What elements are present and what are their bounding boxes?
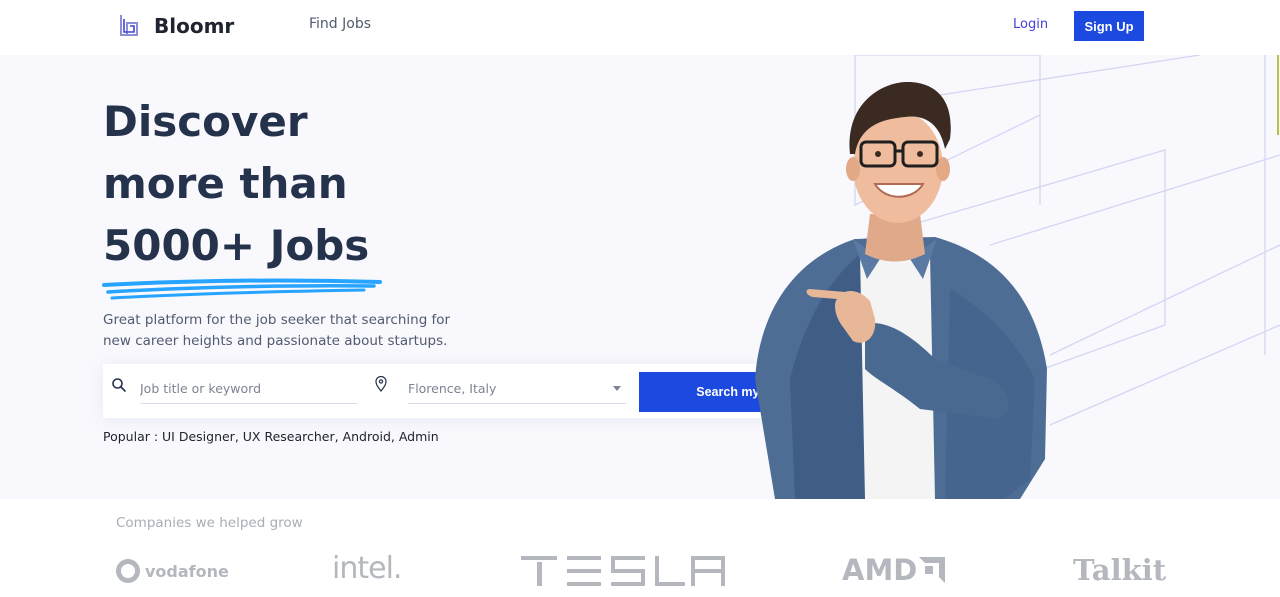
hero-subtitle: Great platform for the job seeker that s…	[103, 312, 451, 349]
location-select[interactable]: Florence, Italy	[408, 374, 626, 404]
hero-person-image	[755, 81, 1047, 499]
hero-title-line-1: Discover	[103, 97, 308, 146]
nav-find-jobs[interactable]: Find Jobs	[309, 16, 371, 32]
search-icon	[112, 378, 126, 392]
login-link[interactable]: Login	[1013, 17, 1048, 32]
vodafone-logo: vodafone	[116, 559, 229, 583]
chevron-down-icon	[613, 386, 621, 391]
amd-logo: AMD	[842, 553, 946, 587]
location-pin-icon	[375, 376, 387, 392]
landing-page: Bloomr Find Jobs Login Sign Up Discover …	[0, 0, 1280, 597]
intel-logo: intel.	[332, 551, 402, 586]
title-underline-scribble	[102, 278, 382, 300]
tesla-logo	[521, 556, 725, 586]
keyword-input[interactable]	[140, 374, 357, 404]
hero-title-line-2: more than	[103, 159, 348, 208]
vodafone-mark-icon	[116, 559, 140, 583]
companies-label: Companies we helped grow	[116, 515, 303, 531]
sign-up-button[interactable]: Sign Up	[1074, 11, 1144, 41]
hero-title-line-3: 5000+ Jobs	[103, 221, 370, 270]
popular-searches: Popular : UI Designer, UX Researcher, An…	[103, 429, 439, 444]
vodafone-wordmark: vodafone	[145, 561, 229, 581]
amd-arrow-icon	[919, 557, 946, 583]
brand-logo[interactable]: Bloomr	[118, 13, 234, 39]
bloomr-logo-icon	[120, 15, 138, 36]
amd-wordmark: AMD	[842, 553, 918, 587]
brand-name: Bloomr	[154, 14, 235, 38]
hero-section: Discover more than 5000+ Jobs Great plat…	[0, 55, 1280, 499]
top-nav: Bloomr Find Jobs Login Sign Up	[0, 0, 1280, 55]
hero-title: Discover more than 5000+ Jobs	[103, 91, 523, 277]
location-select-value: Florence, Italy	[408, 381, 497, 396]
talkit-logo: Talkit	[1073, 553, 1167, 587]
